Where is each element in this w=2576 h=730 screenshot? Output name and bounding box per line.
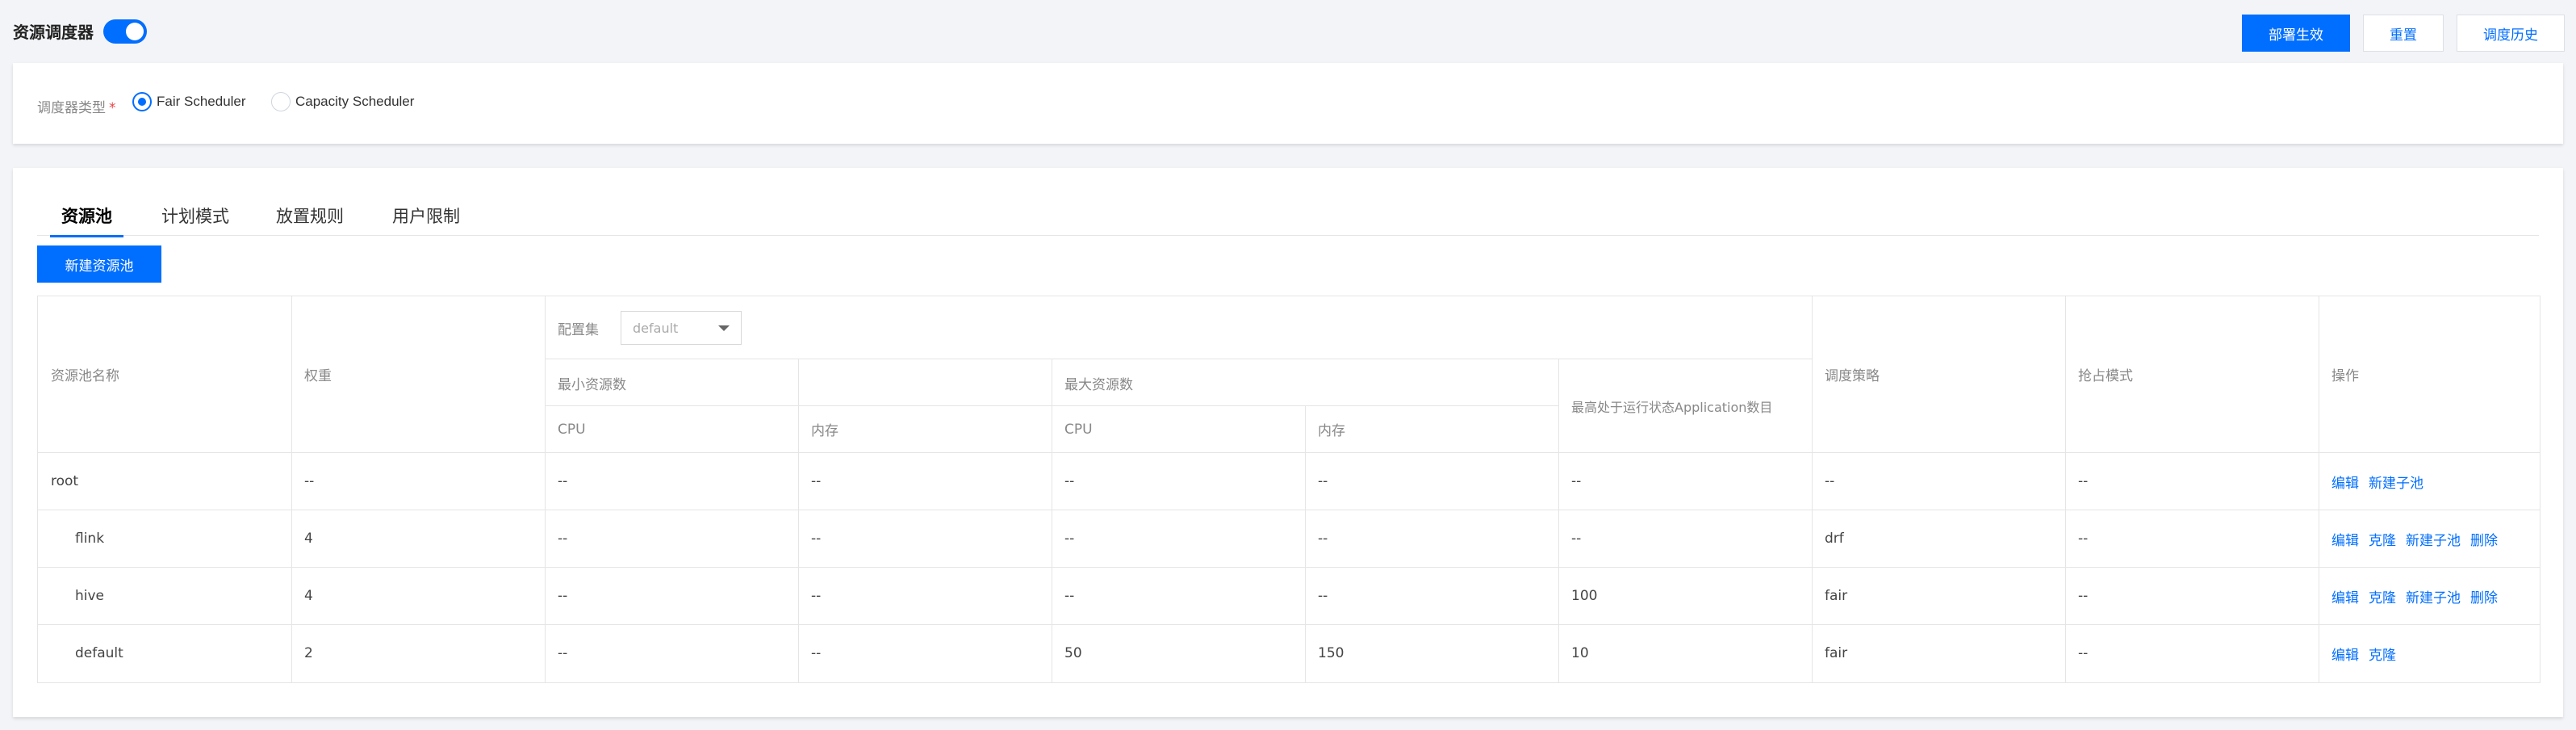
deploy-button[interactable]: 部署生效 (2242, 15, 2350, 52)
cell-max-cpu: 50 (1064, 645, 1082, 661)
header-max-cpu: CPU (1064, 421, 1093, 438)
cell-max-apps: -- (1571, 531, 1582, 547)
action-link[interactable]: 编辑 (2331, 529, 2359, 549)
cell-actions: 编辑 克隆 (2319, 625, 2541, 682)
radio-checked-icon[interactable] (132, 92, 152, 111)
cell-weight: 4 (304, 588, 313, 604)
history-button[interactable]: 调度历史 (2457, 15, 2565, 52)
new-resource-pool-button[interactable]: 新建资源池 (37, 245, 161, 283)
cell-max-cpu: -- (1064, 588, 1075, 604)
action-link[interactable]: 克隆 (2369, 644, 2396, 664)
cell-policy: -- (1825, 473, 1835, 489)
radio-unchecked-icon[interactable] (271, 92, 291, 111)
cell-actions: 编辑 新建子池 (2319, 453, 2541, 510)
cell-weight: 2 (304, 645, 313, 661)
header-policy: 调度策略 (1825, 368, 1880, 384)
chevron-down-icon (718, 325, 730, 331)
cell-min-mem: -- (811, 531, 822, 547)
cell-max-mem: -- (1318, 473, 1328, 489)
cell-max-cpu: -- (1064, 531, 1075, 547)
cell-preempt: -- (2078, 531, 2089, 547)
action-link[interactable]: 新建子池 (2406, 529, 2461, 549)
cell-name: hive (75, 588, 105, 604)
action-link[interactable]: 克隆 (2369, 529, 2396, 549)
action-link[interactable]: 编辑 (2331, 586, 2359, 606)
header-max-resources: 最大资源数 (1064, 376, 1133, 393)
cell-min-cpu: -- (558, 645, 568, 661)
cell-policy: fair (1825, 588, 1848, 604)
radio-label: Capacity Scheduler (295, 94, 415, 109)
header-weight: 权重 (304, 368, 332, 384)
header-min-cpu: CPU (558, 421, 586, 438)
required-mark: * (109, 100, 116, 116)
cell-min-cpu: -- (558, 588, 568, 604)
header-actions: 操作 (2331, 368, 2359, 384)
cell-name: root (51, 473, 79, 489)
action-link[interactable]: 删除 (2470, 586, 2498, 606)
tab-user-limits[interactable]: 用户限制 (392, 203, 460, 236)
cell-max-cpu: -- (1064, 473, 1075, 489)
radio-label: Fair Scheduler (157, 94, 246, 109)
tab-schedule-mode[interactable]: 计划模式 (161, 203, 229, 236)
cell-preempt: -- (2078, 645, 2089, 661)
cell-weight: -- (304, 473, 315, 489)
scheduler-toggle[interactable] (103, 19, 147, 44)
header-min-memory: 内存 (811, 423, 838, 439)
cell-name: flink (75, 531, 105, 547)
config-set-value: default (633, 320, 679, 336)
cell-actions: 编辑 克隆 新建子池 删除 (2319, 510, 2541, 567)
cell-actions: 编辑 克隆 新建子池 删除 (2319, 568, 2541, 624)
scheduler-type-label: 调度器类型 * (37, 96, 116, 116)
top-bar: 资源调度器 部署生效 重置 调度历史 (0, 0, 2576, 63)
radio-capacity-scheduler[interactable]: Capacity Scheduler (271, 92, 414, 111)
cell-min-cpu: -- (558, 531, 568, 547)
tab-bar: 资源池 计划模式 放置规则 用户限制 (37, 199, 2539, 237)
tab-placement-rules[interactable]: 放置规则 (276, 203, 344, 236)
cell-name: default (75, 645, 123, 661)
header-max-running-apps: 最高处于运行状态Application数目 (1571, 399, 1773, 415)
resource-pool-card: 资源池 计划模式 放置规则 用户限制 新建资源池 资源池名称 权重 配置集 de… (13, 168, 2563, 717)
cell-min-mem: -- (811, 588, 822, 604)
cell-max-mem: -- (1318, 588, 1328, 604)
cell-max-mem: -- (1318, 531, 1328, 547)
cell-min-mem: -- (811, 473, 822, 489)
radio-fair-scheduler[interactable]: Fair Scheduler (132, 92, 246, 111)
action-link[interactable]: 克隆 (2369, 586, 2396, 606)
action-link[interactable]: 新建子池 (2369, 472, 2423, 492)
page-title: 资源调度器 (13, 23, 94, 42)
header-pool-name: 资源池名称 (51, 368, 119, 384)
cell-max-mem: 150 (1318, 645, 1344, 661)
resource-pool-table: 资源池名称 权重 配置集 default 最小资源数 最大资源数 CPU 内存 … (37, 296, 2540, 683)
cell-min-cpu: -- (558, 473, 568, 489)
tab-resource-pool[interactable]: 资源池 (50, 203, 123, 237)
header-config-set: 配置集 (558, 321, 599, 338)
action-link[interactable]: 编辑 (2331, 644, 2359, 664)
scheduler-type-card: 调度器类型 * Fair Scheduler Capacity Scheduler (13, 63, 2563, 144)
cell-max-apps: 10 (1571, 645, 1589, 661)
cell-preempt: -- (2078, 588, 2089, 604)
header-min-resources: 最小资源数 (558, 376, 626, 393)
cell-preempt: -- (2078, 473, 2089, 489)
config-set-select[interactable]: default (621, 311, 742, 345)
action-link[interactable]: 删除 (2470, 529, 2498, 549)
header-max-memory: 内存 (1318, 423, 1345, 439)
cell-policy: drf (1825, 531, 1844, 547)
action-link[interactable]: 新建子池 (2406, 586, 2461, 606)
cell-policy: fair (1825, 645, 1848, 661)
cell-max-apps: 100 (1571, 588, 1598, 604)
header-preemption: 抢占模式 (2078, 368, 2133, 384)
cell-max-apps: -- (1571, 473, 1582, 489)
cell-weight: 4 (304, 531, 313, 547)
cell-min-mem: -- (811, 645, 822, 661)
scheduler-type-label-text: 调度器类型 (37, 100, 106, 116)
action-link[interactable]: 编辑 (2331, 472, 2359, 492)
reset-button[interactable]: 重置 (2363, 15, 2444, 52)
toggle-knob (126, 23, 144, 40)
